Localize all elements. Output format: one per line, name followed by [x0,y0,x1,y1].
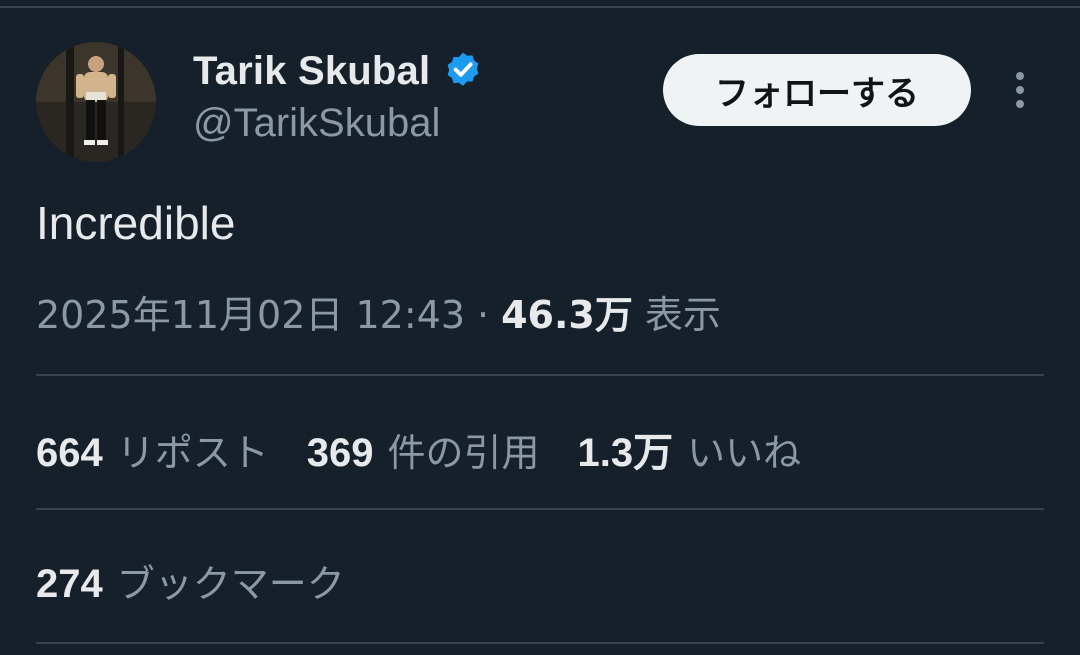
bookmarks-label: ブックマーク [116,562,345,606]
reposts-label: リポスト [116,431,269,475]
views-label: 表示 [644,293,721,337]
likes-label: いいね [687,431,802,475]
bookmarks-stat-inner: 274 ブックマーク [36,553,345,608]
quotes-count: 369 [306,431,374,475]
verified-badge-icon [447,52,479,86]
reposts-count: 664 [36,431,103,475]
reposts-stat[interactable]: 664 リポスト [36,422,269,477]
more-vertical-icon[interactable] [1005,70,1035,110]
author-name-row: Tarik Skubal [193,46,484,96]
tweet-text: Incredible [36,197,236,249]
tweet-meta: 2025年11月02日 12:43 · 46.3万 表示 [36,284,721,339]
author-display-name[interactable]: Tarik Skubal [193,49,430,94]
top-divider [0,0,1080,8]
avatar[interactable] [36,42,156,162]
likes-count: 1.3万 [577,431,674,475]
bookmarks-stat[interactable]: 274 ブックマーク [36,553,383,608]
follow-button[interactable]: フォローする [663,54,971,126]
divider [36,374,1044,376]
meta-separator: · [477,293,490,337]
quotes-stat[interactable]: 369 件の引用 [307,422,540,477]
engagement-stats: 664 リポスト 369 件の引用 1.3万 いいね [36,420,839,478]
bookmarks-count: 274 [36,562,103,606]
tweet-timestamp[interactable]: 2025年11月02日 12:43 [36,284,465,339]
author-handle[interactable]: @TarikSkubal [193,101,440,146]
quotes-label: 件の引用 [387,431,540,475]
divider [36,642,1044,644]
views-count: 46.3万 [501,293,633,337]
divider [36,508,1044,510]
likes-stat[interactable]: 1.3万 いいね [578,420,802,478]
avatar-photo [36,42,156,162]
tweet-detail: Tarik Skubal @TarikSkubal フォローする Incredi… [0,0,1080,655]
